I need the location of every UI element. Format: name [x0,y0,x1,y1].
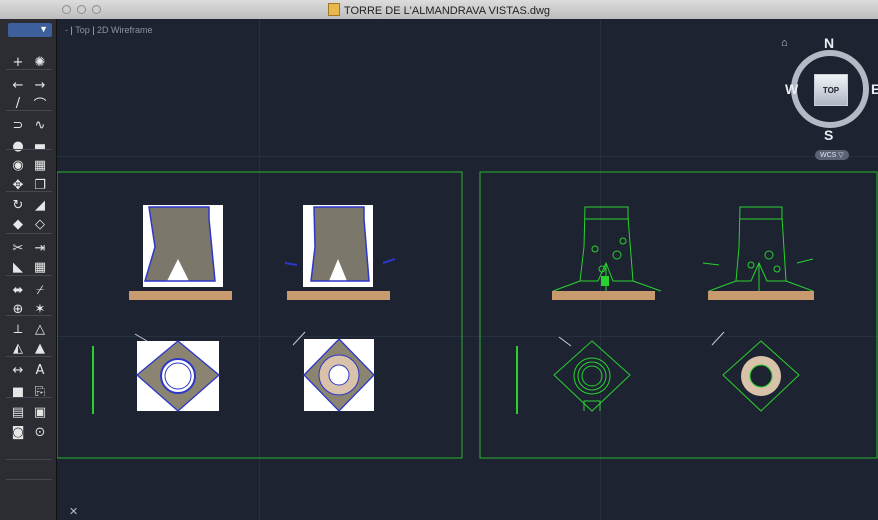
match-properties-icon[interactable]: ▲ [30,339,50,357]
ucs-icon: ✕ [69,506,79,518]
tool-palette: ▼ + ✺ ← → / ⌒ ⊃ ∿ ● ▬ ◉ ▦ ✥ ❐ ↻ ◢ ◆ ◇ ✂ ⇥ ◣ ▦ ⬌ ⌿ ⊕ ✶ ⟂ △ ◭ ▲ ↔ A ■ ⎘ ▤ ▣ ◙ ⊙ [0,19,57,520]
toolbar-separator [6,315,52,316]
circle-icon[interactable]: ● [8,137,28,155]
toolbar-separator [6,149,52,150]
extend-icon[interactable]: ⇥ [30,239,50,257]
elevation-line-2 [702,206,814,292]
toolbar-separator [6,459,52,460]
toolbar-separator [6,191,52,192]
layer-icon[interactable]: ◭ [8,339,28,357]
toolbar-separator [6,356,52,357]
redo-icon[interactable]: → [30,76,50,94]
block-icon[interactable]: ■ [8,383,28,401]
undo-icon[interactable]: ← [8,76,28,94]
stretch-icon[interactable]: ⬌ [8,281,28,299]
rectangle-icon[interactable]: ▬ [30,137,50,155]
toolbar-separator [6,110,52,111]
rotate-icon[interactable]: ↻ [8,196,28,214]
toolbar-separator [6,397,52,398]
toolbar-separator [6,233,52,234]
spline-icon[interactable]: ∿ [30,116,50,134]
zoom-icon[interactable]: ⊙ [30,423,50,441]
hatch-icon[interactable]: ▦ [30,156,50,174]
toolbar-separator [6,275,52,276]
ellipse-icon[interactable]: ◉ [8,156,28,174]
drawing-svg [57,171,878,459]
toolbar-separator [6,479,52,480]
break-icon[interactable]: ⌿ [30,281,50,299]
plan-line-2 [722,340,800,412]
polyline-icon[interactable]: ⊃ [8,116,28,134]
isolate-icon[interactable]: ◙ [8,423,28,441]
layout-frame-right [479,171,878,459]
field-icon[interactable]: ▣ [30,403,50,421]
dimension-icon[interactable]: ↔ [8,361,28,379]
window-title: TORRE DE L'ALMANDRAVA VISTAS.dwg [0,3,878,17]
plan-line-1 [553,340,631,412]
toolbar-separator [6,69,52,70]
dwg-file-icon [327,3,340,16]
align-icon[interactable]: △ [30,320,50,338]
scale-icon[interactable]: ◢ [30,196,50,214]
elevation-photo-2 [284,205,396,300]
measure-icon[interactable]: ⟂ [8,320,28,338]
trim-icon[interactable]: ✂ [8,239,28,257]
text-icon[interactable]: A [30,361,50,379]
table-icon[interactable]: ▤ [8,403,28,421]
title-bar: TORRE DE L'ALMANDRAVA VISTAS.dwg [0,0,878,20]
window-title-text: TORRE DE L'ALMANDRAVA VISTAS.dwg [343,5,551,17]
insert-icon[interactable]: ⎘ [30,383,50,401]
layout-frame-left [57,171,463,459]
plan-photo-2 [303,338,375,412]
mirror-icon[interactable]: ◆ [8,215,28,233]
plan-photo-1 [135,340,221,412]
elevation-photo-1 [129,205,232,300]
tool-palette-header[interactable]: ▼ [8,23,52,37]
array-icon[interactable]: ▦ [30,258,50,276]
chevron-down-icon: ▼ [39,24,48,34]
offset-icon[interactable]: ◇ [30,215,50,233]
drawing-area[interactable]: - | Top | 2D Wireframe ⌂ N S W E TOP WCS… [57,19,878,520]
fillet-icon[interactable]: ◣ [8,258,28,276]
